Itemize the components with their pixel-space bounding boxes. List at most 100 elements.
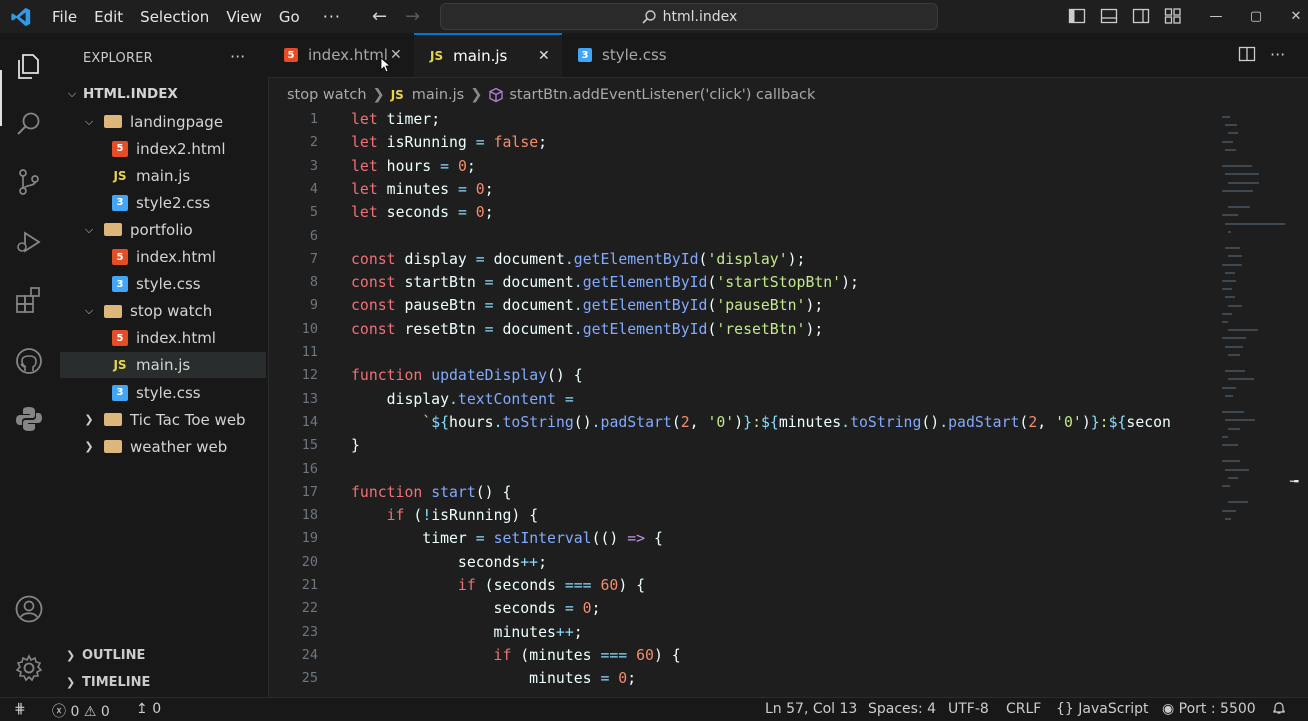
chevron-right-icon: ❯ [66,676,76,689]
split-editor-icon[interactable] [1238,45,1256,67]
toggle-panel-icon[interactable] [1100,7,1118,25]
line-number: 4 [309,180,318,197]
tree-file[interactable]: JS main.js [60,352,266,379]
breadcrumb-folder[interactable]: stop watch [287,87,367,103]
tree-file[interactable]: JS main.js [60,163,266,189]
back-arrow-icon[interactable]: ← [372,6,387,27]
folder-icon [104,413,122,427]
tree-item-label: Tic Tac Toe web [130,410,246,429]
menu-edit[interactable]: Edit [94,8,123,26]
code-line-10: const resetBtn = document.getElementById… [351,320,824,338]
minimap-line [1225,517,1231,520]
tree-item-label: index2.html [136,139,226,158]
tab-style-css[interactable]: 3 style.css [562,33,702,77]
minimap-line [1228,501,1248,504]
line-number: 7 [309,250,318,267]
indentation[interactable]: Spaces: 4 [868,701,936,717]
tab-index-html[interactable]: 5 index.html ✕ [268,33,414,77]
tab-main-js[interactable]: JS main.js ✕ [414,33,562,77]
tree-file[interactable]: 3 style.css [60,380,266,406]
breadcrumb-symbol[interactable]: startBtn.addEventListener('click') callb… [509,87,815,103]
run-debug-icon[interactable] [14,227,44,257]
vscode-logo-icon [11,7,31,27]
remote-indicator-icon[interactable]: ⋕ [14,701,26,717]
language-mode[interactable]: {} JavaScript [1056,701,1148,717]
minimap-line [1222,312,1232,315]
code-line-2: let isRunning = false; [351,134,548,152]
code-line-1: let timer; [351,111,441,128]
line-number: 10 [301,320,318,337]
ports-indicator[interactable]: ↥ 0 [136,701,161,717]
window-controls: — ▢ ✕ [1196,0,1308,33]
css-file-icon: 3 [112,276,128,293]
js-file-icon: JS [113,168,127,183]
tree-folder[interactable]: ⌵ stop watch [60,298,266,324]
folder-icon [104,115,122,128]
problems-indicator[interactable]: ⓧ 0 ⚠ 0 [52,701,110,721]
menu-view[interactable]: View [226,8,262,26]
live-server-port[interactable]: ◉ Port : 5500 [1162,701,1256,717]
js-file-icon: JS [113,358,127,373]
explorer-icon[interactable] [14,51,44,81]
settings-gear-icon[interactable] [14,653,44,683]
breadcrumb-file[interactable]: main.js [412,87,464,103]
code-editor[interactable]: 1 let timer; 2 let isRunning = false; 3 let… [268,108,1218,697]
explorer-sidebar: EXPLORER ··· ⌵ HTML.INDEX ⌵ landingpage 5 i… [58,33,269,697]
close-window-icon[interactable]: ✕ [1276,9,1308,24]
menu-more-icon[interactable]: ··· [323,7,341,26]
minimap-line [1222,321,1228,323]
code-line-9: const pauseBtn = document.getElementById… [351,297,824,315]
cursor-position[interactable]: Ln 57, Col 13 [765,701,857,717]
timeline-section[interactable]: ❯ TIMELINE [66,675,150,690]
python-icon[interactable] [14,404,44,434]
html-file-icon: 5 [112,249,128,265]
tree-folder[interactable]: ❯ Tic Tac Toe web [60,407,266,433]
source-control-icon[interactable] [14,167,44,197]
folder-icon [104,304,122,318]
line-number: 6 [309,227,318,244]
customize-layout-icon[interactable] [1164,7,1182,25]
chevron-right-icon: ❯ [84,413,94,427]
minimap[interactable] [1218,108,1308,697]
tree-item-label: main.js [136,356,191,375]
accounts-icon[interactable] [14,594,44,624]
line-number: 5 [309,204,318,221]
minimap-line [1225,419,1255,422]
minimap-line [1222,460,1240,463]
explorer-more-icon[interactable]: ··· [230,47,245,66]
workspace-root[interactable]: ⌵ HTML.INDEX [60,81,266,107]
end-of-line[interactable]: CRLF [1006,701,1041,717]
minimap-line [1222,444,1238,446]
maximize-icon[interactable]: ▢ [1236,9,1276,24]
github-icon[interactable] [14,346,44,376]
close-tab-icon[interactable]: ✕ [538,48,550,64]
minimap-line [1228,230,1231,233]
tree-file[interactable]: 5 index2.html [60,136,266,162]
workspace-root-label: HTML.INDEX [83,86,178,102]
forward-arrow-icon[interactable]: → [405,6,420,27]
scrollbar-cursor-icon[interactable]: ╼ [1290,474,1302,492]
notifications-bell-icon[interactable] [1272,701,1286,719]
line-number: 19 [301,530,318,547]
toggle-secondary-sidebar-icon[interactable] [1132,7,1150,25]
file-encoding[interactable]: UTF-8 [948,701,989,717]
tree-file[interactable]: 5 index.html [60,325,266,351]
tree-file[interactable]: 3 style.css [60,271,266,297]
line-number: 8 [309,274,318,291]
tree-file[interactable]: 3 style2.css [60,190,266,216]
css-file-icon: 3 [578,48,592,62]
command-center-search[interactable]: html.index [440,3,938,30]
extensions-icon[interactable] [14,285,44,315]
minimize-icon[interactable]: — [1196,9,1236,24]
menu-file[interactable]: File [52,8,77,26]
menu-go[interactable]: Go [279,8,300,26]
search-view-icon[interactable] [14,109,44,139]
tree-folder[interactable]: ❯ weather web [60,434,266,460]
tree-file[interactable]: 5 index.html [60,244,266,270]
menu-selection[interactable]: Selection [140,8,209,26]
tree-folder[interactable]: ⌵ portfolio [60,217,266,243]
more-actions-icon[interactable]: ··· [1270,45,1285,67]
toggle-primary-sidebar-icon[interactable] [1068,7,1086,25]
outline-section[interactable]: ❯ OUTLINE [66,648,145,663]
tree-folder[interactable]: ⌵ landingpage [60,109,266,135]
